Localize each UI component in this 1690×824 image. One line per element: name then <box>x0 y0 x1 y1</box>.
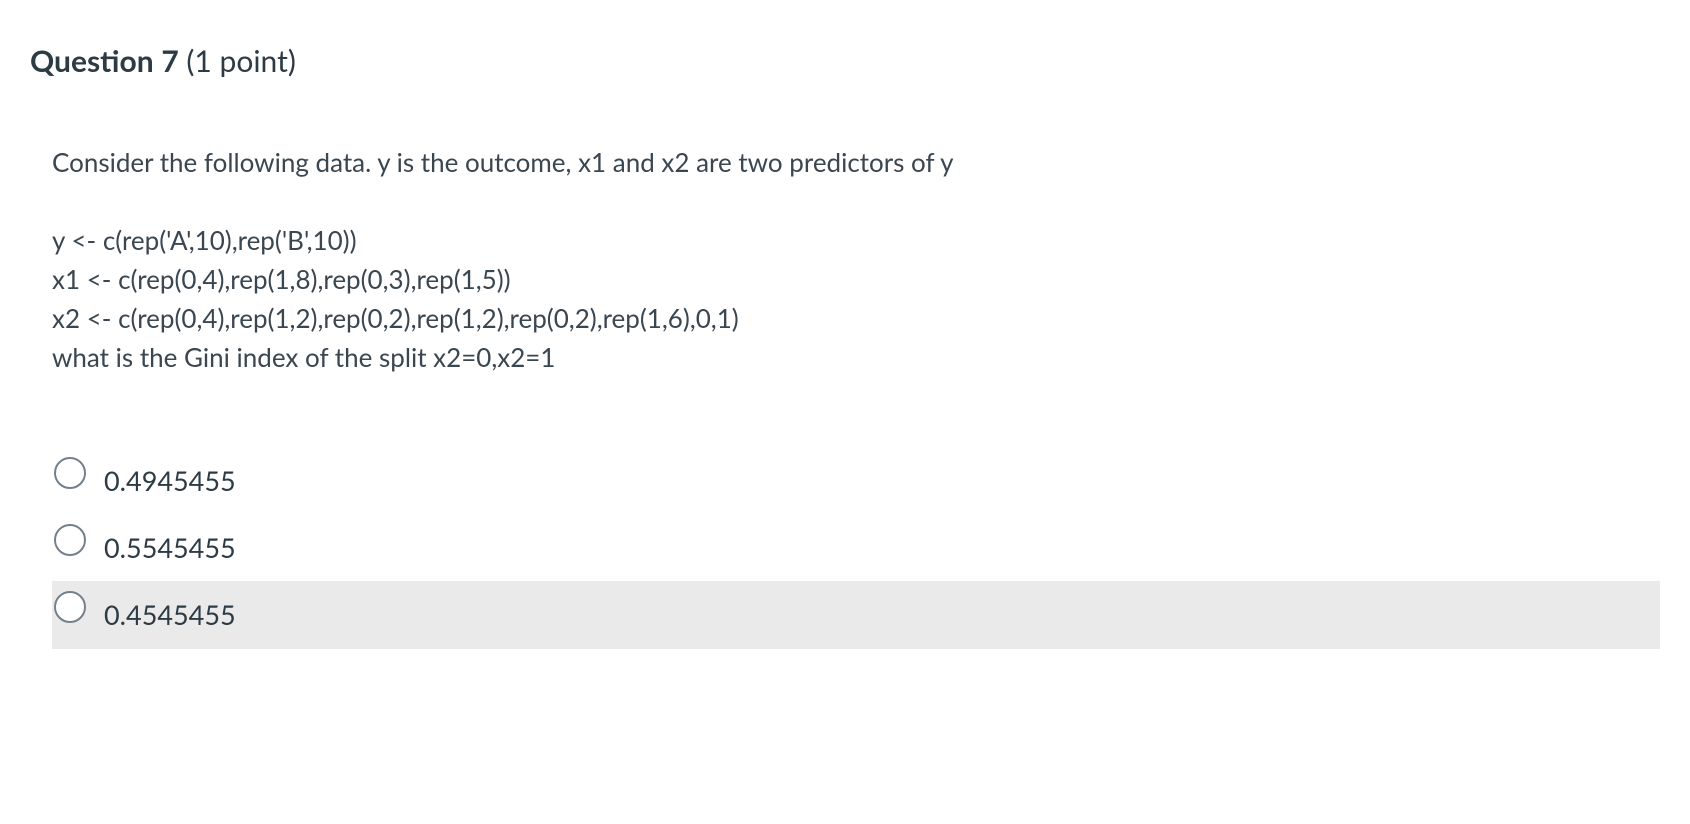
code-line-4: what is the Gini index of the split x2=0… <box>52 338 1660 377</box>
radio-icon[interactable] <box>54 524 86 556</box>
question-points: (1 point) <box>186 43 295 79</box>
code-block: y <- c(rep('A',10),rep('B',10)) x1 <- c(… <box>52 221 1660 377</box>
option-a[interactable]: 0.4945455 <box>52 447 1660 514</box>
question-prompt: Consider the following data. y is the ou… <box>52 144 1660 182</box>
radio-icon[interactable] <box>54 457 86 489</box>
question-body: Consider the following data. y is the ou… <box>30 144 1660 649</box>
option-c-text: 0.4545455 <box>104 595 236 634</box>
code-line-2: x1 <- c(rep(0,4),rep(1,8),rep(0,3),rep(1… <box>52 260 1660 299</box>
code-line-1: y <- c(rep('A',10),rep('B',10)) <box>52 221 1660 260</box>
code-line-3: x2 <- c(rep(0,4),rep(1,2),rep(0,2),rep(1… <box>52 299 1660 338</box>
answer-options: 0.4945455 0.5545455 0.4545455 <box>52 447 1660 648</box>
option-c[interactable]: 0.4545455 <box>52 581 1660 648</box>
option-b-text: 0.5545455 <box>104 528 236 567</box>
question-label: Question <box>30 43 154 79</box>
question-header: Question 7 (1 point) <box>30 40 1660 84</box>
radio-icon[interactable] <box>54 591 86 623</box>
question-number: 7 <box>161 43 178 79</box>
option-b[interactable]: 0.5545455 <box>52 514 1660 581</box>
option-a-text: 0.4945455 <box>104 461 236 500</box>
